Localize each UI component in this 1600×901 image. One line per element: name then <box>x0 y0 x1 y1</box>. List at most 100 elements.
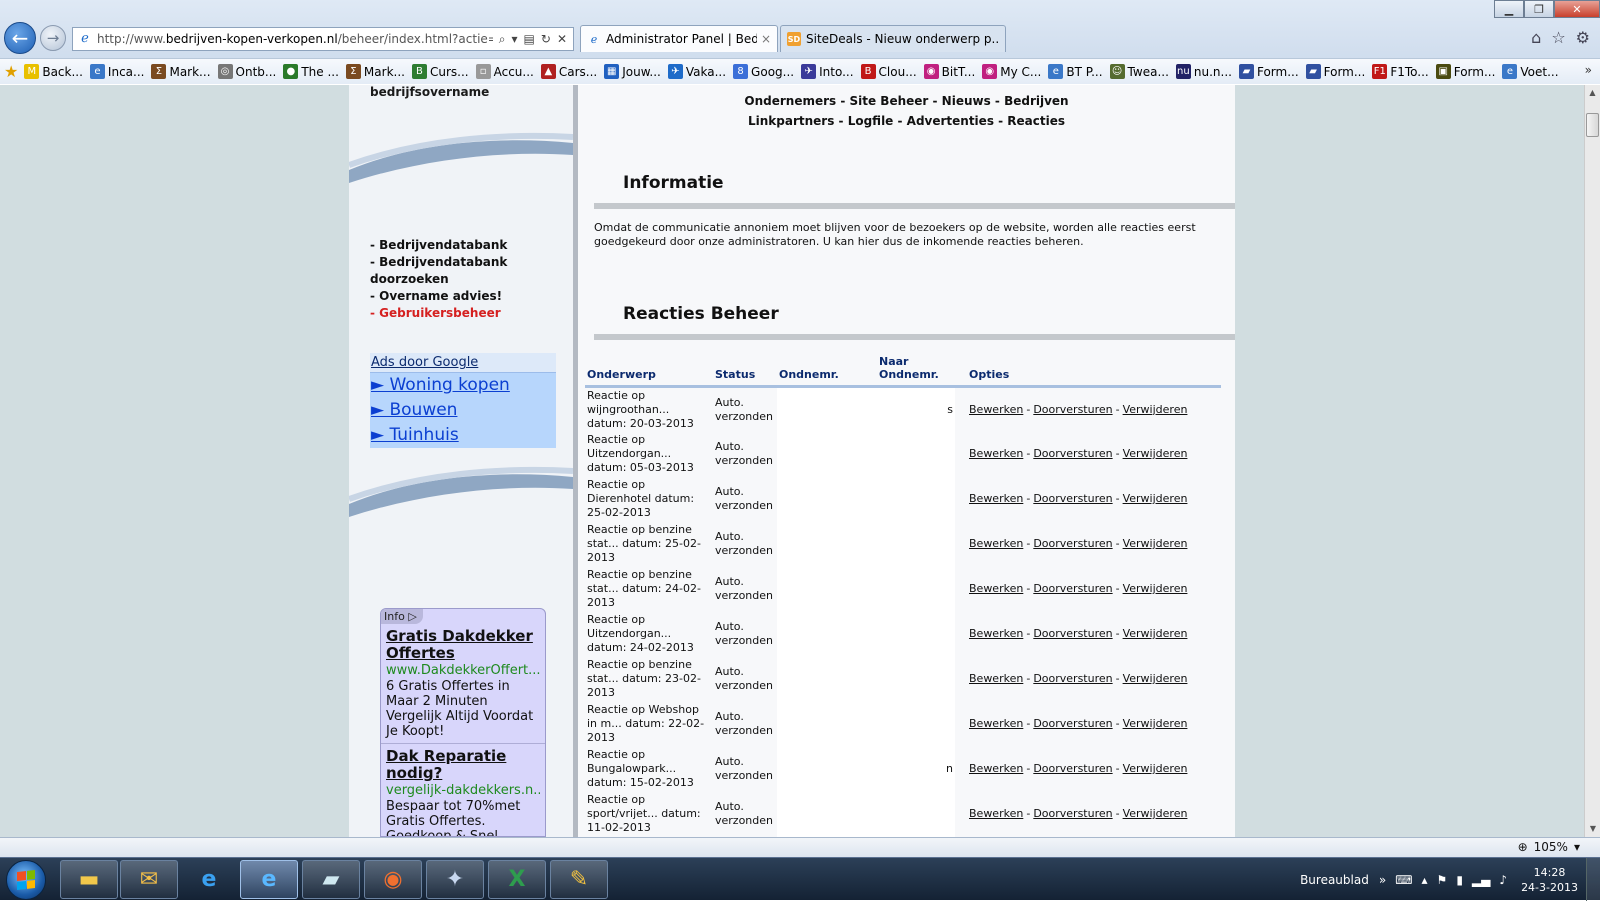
left-nav-item[interactable]: - Bedrijvendatabank doorzoeken <box>370 254 560 288</box>
tab-close-icon[interactable]: × <box>761 32 771 46</box>
vertical-scrollbar[interactable]: ▲ ▼ <box>1584 85 1600 837</box>
desktop-toolbar-label[interactable]: Bureaublad <box>1300 873 1369 887</box>
favorite-item[interactable]: nu nu.n... <box>1175 64 1232 79</box>
edit-link[interactable]: Bewerken <box>969 403 1023 416</box>
stop-icon[interactable]: ✕ <box>557 32 567 47</box>
delete-link[interactable]: Verwijderen <box>1123 582 1188 595</box>
info-tag[interactable]: Info ▷ <box>381 609 423 624</box>
favorite-item[interactable]: ▣ Form... <box>1435 64 1495 79</box>
address-bar[interactable]: ℯ http://www.bedrijven-kopen-verkopen.nl… <box>72 27 574 51</box>
edit-link[interactable]: Bewerken <box>969 447 1023 460</box>
network-icon[interactable]: ▮ <box>1456 873 1463 887</box>
scroll-thumb[interactable] <box>1586 113 1599 137</box>
favorite-item[interactable]: ▰ Form... <box>1238 64 1299 79</box>
chevron-right-icon[interactable]: » <box>1379 873 1386 887</box>
clock[interactable]: 14:28 24-3-2013 <box>1521 865 1578 895</box>
delete-link[interactable]: Verwijderen <box>1123 403 1188 416</box>
favorite-item[interactable]: ☺ Twea... <box>1109 64 1169 79</box>
favorite-item[interactable]: ✈ Into... <box>801 64 854 79</box>
forward-link[interactable]: Doorversturen <box>1033 403 1112 416</box>
signal-icon[interactable]: ▂▄ <box>1472 873 1490 887</box>
scroll-up-icon[interactable]: ▲ <box>1585 85 1600 101</box>
show-desktop-button[interactable] <box>1586 858 1600 901</box>
left-nav-item[interactable]: - Gebruikersbeheer <box>370 305 560 322</box>
promo-ad-title[interactable]: Gratis Dakdekker Offertes <box>386 628 540 662</box>
favorite-item[interactable]: e Inca... <box>89 64 144 79</box>
forward-link[interactable]: Doorversturen <box>1033 492 1112 505</box>
forward-link[interactable]: Doorversturen <box>1033 762 1112 775</box>
back-button[interactable]: ← <box>4 22 36 54</box>
delete-link[interactable]: Verwijderen <box>1123 717 1188 730</box>
google-ad-link[interactable]: ► Bouwen <box>370 398 556 423</box>
favorites-star-icon[interactable]: ★ <box>4 62 18 81</box>
google-ad-link[interactable]: ► Woning kopen <box>370 373 556 398</box>
delete-link[interactable]: Verwijderen <box>1123 447 1188 460</box>
maximize-button[interactable]: ❐ <box>1524 0 1554 18</box>
edit-link[interactable]: Bewerken <box>969 762 1023 775</box>
favorite-item[interactable]: ◉ My C... <box>982 64 1041 79</box>
promo-ad-url[interactable]: vergelijk-dakdekkers.n... <box>386 782 540 799</box>
taskbar-explorer-button[interactable]: ▬ <box>60 860 118 899</box>
delete-link[interactable]: Verwijderen <box>1123 762 1188 775</box>
refresh-icon[interactable]: ↻ <box>541 32 551 47</box>
forward-link[interactable]: Doorversturen <box>1033 672 1112 685</box>
taskbar-app-button[interactable]: ✦ <box>426 860 484 899</box>
favorite-item[interactable]: ▰ Form... <box>1305 64 1365 79</box>
chevron-right-icon[interactable]: » <box>1585 63 1592 77</box>
taskbar-ie-active-button[interactable]: e <box>240 860 298 899</box>
forward-link[interactable]: Doorversturen <box>1033 447 1112 460</box>
forward-link[interactable]: Doorversturen <box>1033 582 1112 595</box>
top-links-line-2[interactable]: Linkpartners - Logfile - Advertenties - … <box>578 111 1235 131</box>
favorite-item[interactable]: ▫ Accu... <box>475 64 534 79</box>
edit-link[interactable]: Bewerken <box>969 582 1023 595</box>
close-window-button[interactable]: ✕ <box>1554 0 1600 18</box>
taskbar-ie-pinned-button[interactable]: e <box>180 860 238 899</box>
flag-icon[interactable]: ⚑ <box>1437 873 1448 887</box>
favorite-item[interactable]: B Clou... <box>860 64 917 79</box>
edit-link[interactable]: Bewerken <box>969 627 1023 640</box>
delete-link[interactable]: Verwijderen <box>1123 627 1188 640</box>
favorite-item[interactable]: B Curs... <box>411 64 469 79</box>
dropdown-arrow-icon[interactable]: ▾ <box>512 32 518 47</box>
chevron-down-icon[interactable]: ▾ <box>1574 840 1580 854</box>
delete-link[interactable]: Verwijderen <box>1123 537 1188 550</box>
forward-link[interactable]: Doorversturen <box>1033 627 1112 640</box>
volume-icon[interactable]: ♪ <box>1499 873 1507 887</box>
edit-link[interactable]: Bewerken <box>969 537 1023 550</box>
favorite-item[interactable]: e Voet... <box>1502 64 1559 79</box>
google-ad-link[interactable]: ► Tuinhuis <box>370 423 556 448</box>
favorite-item[interactable]: Σ Mark... <box>151 64 211 79</box>
chevron-up-icon[interactable]: ▴ <box>1422 873 1428 887</box>
taskbar-paint-button[interactable]: ✎ <box>550 860 608 899</box>
search-icon[interactable]: ⌕ <box>499 32 506 47</box>
gear-icon[interactable]: ⚙ <box>1576 28 1590 47</box>
compat-view-icon[interactable]: ▤ <box>524 32 535 47</box>
delete-link[interactable]: Verwijderen <box>1123 672 1188 685</box>
taskbar-media-button[interactable]: ◉ <box>364 860 422 899</box>
forward-link[interactable]: Doorversturen <box>1033 807 1112 820</box>
tab-admin-panel[interactable]: ℯ Administrator Panel | Bedri... × <box>580 25 778 52</box>
edit-link[interactable]: Bewerken <box>969 807 1023 820</box>
promo-ad-title[interactable]: Dak Reparatie nodig? <box>386 748 540 782</box>
start-button[interactable] <box>6 860 46 900</box>
favorite-item[interactable]: Σ Mark... <box>345 64 405 79</box>
left-nav-item[interactable]: - Bedrijvendatabank <box>370 237 560 254</box>
taskbar-excel-button[interactable]: X <box>488 860 546 899</box>
favorite-item[interactable]: ◉ BitT... <box>923 64 975 79</box>
forward-link[interactable]: Doorversturen <box>1033 717 1112 730</box>
favorite-item[interactable]: M Back... <box>24 64 83 79</box>
favorite-item[interactable]: e BT P... <box>1048 64 1103 79</box>
favorite-item[interactable]: ▦ Jouw... <box>604 64 661 79</box>
favorite-item[interactable]: ◎ Ontb... <box>217 64 276 79</box>
minimize-button[interactable]: ▁ <box>1494 0 1524 18</box>
forward-link[interactable]: Doorversturen <box>1033 537 1112 550</box>
forward-button[interactable]: → <box>40 25 66 51</box>
zoom-control[interactable]: ⊕ 105% ▾ <box>1518 840 1580 854</box>
delete-link[interactable]: Verwijderen <box>1123 807 1188 820</box>
favorite-item[interactable]: ▲ Cars... <box>540 64 597 79</box>
edit-link[interactable]: Bewerken <box>969 492 1023 505</box>
top-links-line-1[interactable]: Ondernemers - Site Beheer - Nieuws - Bed… <box>578 91 1235 111</box>
promo-ad-url[interactable]: www.DakdekkerOffert... <box>386 662 540 679</box>
ads-header[interactable]: Ads door Google <box>370 353 556 373</box>
tab-sitedeals[interactable]: SD SiteDeals - Nieuw onderwerp p... <box>780 25 1006 52</box>
